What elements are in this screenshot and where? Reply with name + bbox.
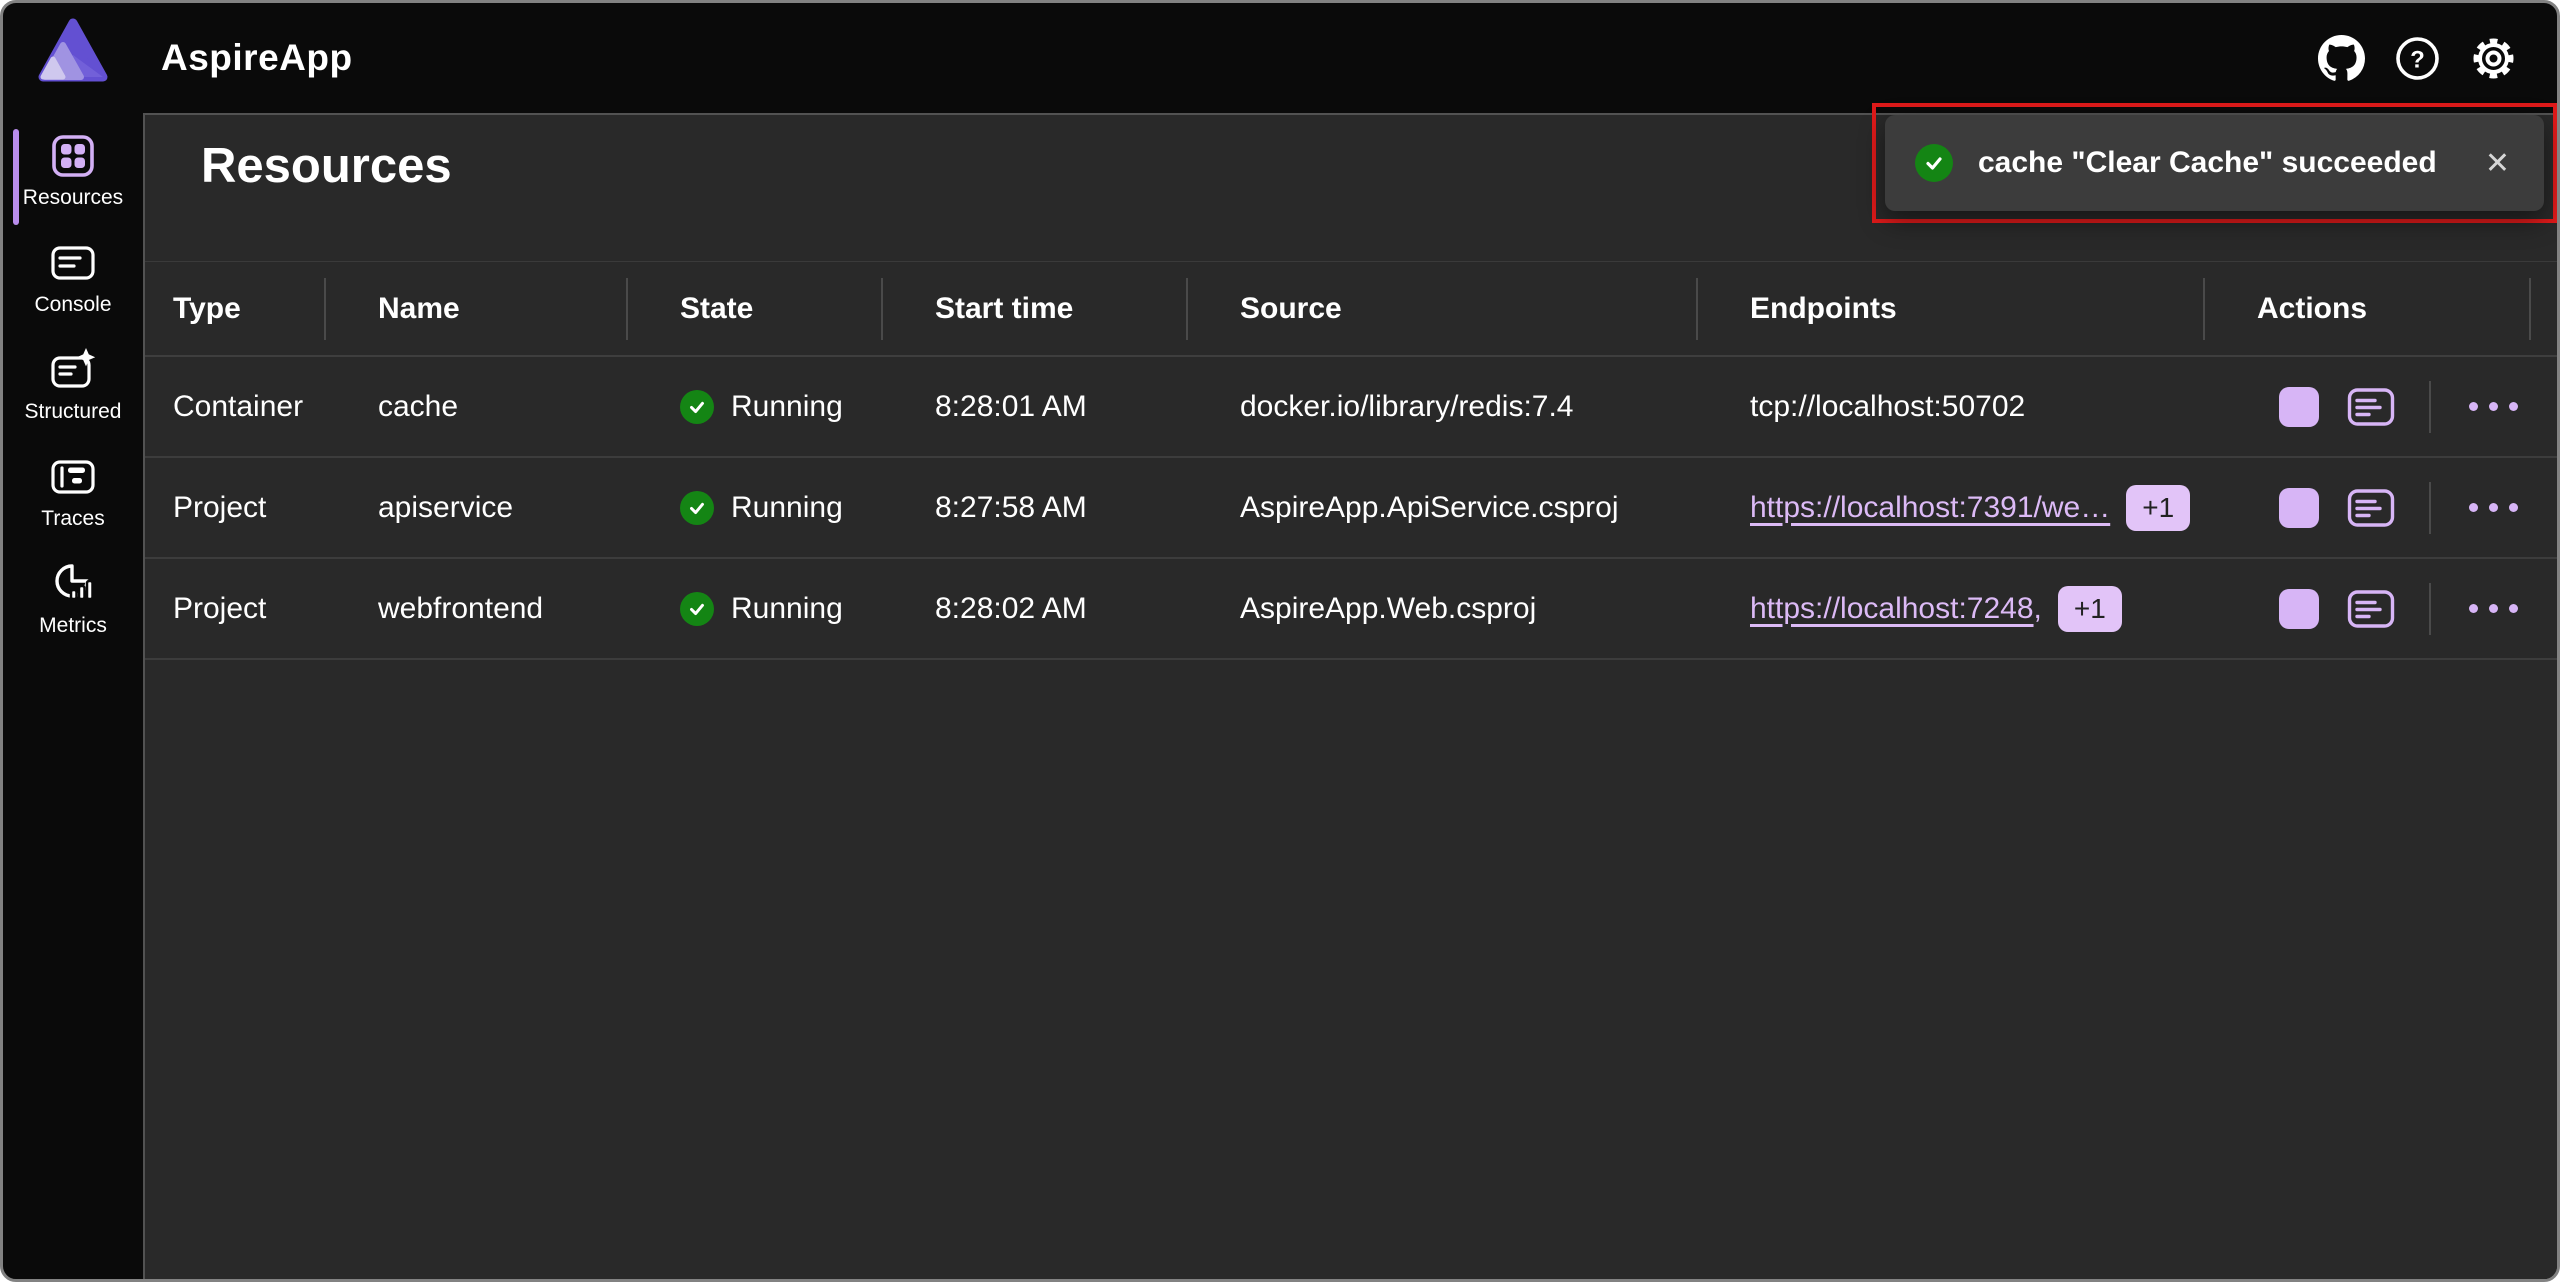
running-check-icon bbox=[680, 491, 714, 525]
app-title: AspireApp bbox=[161, 3, 353, 113]
sidebar-item-traces[interactable]: Traces bbox=[3, 454, 143, 540]
github-icon[interactable] bbox=[2317, 34, 2365, 82]
endpoint-link[interactable]: https://localhost:7391/we… bbox=[1750, 491, 2110, 525]
stop-resource-button[interactable] bbox=[2279, 387, 2319, 427]
success-check-icon bbox=[1915, 144, 1953, 182]
cell-type: Project bbox=[145, 592, 324, 626]
cell-name: cache bbox=[324, 390, 626, 424]
sidebar-item-label: Metrics bbox=[39, 614, 107, 638]
sidebar-nav: Resources Console Structured bbox=[3, 113, 143, 1279]
close-icon[interactable]: ✕ bbox=[2477, 142, 2518, 185]
cell-name: webfrontend bbox=[324, 592, 626, 626]
cell-start-time: 8:28:02 AM bbox=[881, 592, 1186, 626]
cell-state: Running bbox=[626, 592, 881, 626]
column-header-name: Name bbox=[324, 262, 626, 355]
sidebar-item-resources[interactable]: Resources bbox=[3, 133, 143, 219]
sidebar-item-console[interactable]: Console bbox=[3, 240, 143, 326]
state-label: Running bbox=[731, 491, 843, 525]
actions-divider bbox=[2429, 583, 2431, 635]
more-actions-button[interactable] bbox=[2465, 495, 2522, 520]
more-endpoints-badge[interactable]: +1 bbox=[2058, 586, 2122, 632]
cell-endpoints: https://localhost:7248, +1 bbox=[1696, 586, 2203, 632]
actions-divider bbox=[2429, 482, 2431, 534]
cell-actions bbox=[2203, 381, 2557, 433]
main-panel: Resources Type Name State Start time Sou… bbox=[143, 113, 2557, 1279]
cell-source: AspireApp.Web.csproj bbox=[1186, 592, 1696, 626]
column-header-type: Type bbox=[145, 262, 324, 355]
help-icon[interactable]: ? bbox=[2393, 34, 2441, 82]
top-bar: AspireApp ? bbox=[3, 3, 2557, 113]
cell-actions bbox=[2203, 482, 2557, 534]
console-logs-button[interactable] bbox=[2347, 589, 2395, 629]
aspire-dashboard-window: AspireApp ? bbox=[0, 0, 2560, 1282]
cell-start-time: 8:28:01 AM bbox=[881, 390, 1186, 424]
structured-logs-icon bbox=[50, 347, 96, 393]
cell-state: Running bbox=[626, 491, 881, 525]
highlight-annotation-box: cache "Clear Cache" succeeded ✕ bbox=[1872, 103, 2557, 223]
table-header-row: Type Name State Start time Source Endpoi… bbox=[145, 261, 2557, 357]
cell-type: Project bbox=[145, 491, 324, 525]
cell-source: docker.io/library/redis:7.4 bbox=[1186, 390, 1696, 424]
running-check-icon bbox=[680, 390, 714, 424]
resources-grid-icon bbox=[50, 133, 96, 179]
cell-state: Running bbox=[626, 390, 881, 424]
sidebar-item-metrics[interactable]: Metrics bbox=[3, 561, 143, 647]
actions-divider bbox=[2429, 381, 2431, 433]
sidebar-item-label: Traces bbox=[41, 507, 104, 531]
active-tab-indicator bbox=[13, 129, 19, 225]
sidebar-item-label: Structured bbox=[25, 400, 122, 424]
column-header-actions: Actions bbox=[2203, 262, 2557, 355]
console-logs-button[interactable] bbox=[2347, 387, 2395, 427]
endpoint-text: tcp://localhost:50702 bbox=[1750, 390, 2025, 424]
topbar-actions: ? bbox=[2317, 3, 2517, 113]
toast-message: cache "Clear Cache" succeeded bbox=[1978, 146, 2452, 180]
more-actions-button[interactable] bbox=[2465, 394, 2522, 419]
cell-endpoints: tcp://localhost:50702 bbox=[1696, 390, 2203, 424]
state-label: Running bbox=[731, 592, 843, 626]
settings-gear-icon[interactable] bbox=[2469, 34, 2517, 82]
svg-text:?: ? bbox=[2410, 46, 2425, 73]
aspire-logo-icon bbox=[35, 15, 111, 91]
more-actions-button[interactable] bbox=[2465, 596, 2522, 621]
console-icon bbox=[50, 240, 96, 286]
resources-table: Type Name State Start time Source Endpoi… bbox=[145, 261, 2557, 660]
more-endpoints-badge[interactable]: +1 bbox=[2126, 485, 2190, 531]
cell-endpoints: https://localhost:7391/we… +1 bbox=[1696, 485, 2203, 531]
sidebar-item-structured[interactable]: Structured bbox=[3, 347, 143, 433]
table-row-cache: Container cache Running 8:28:01 AM docke… bbox=[145, 357, 2557, 458]
sidebar-item-label: Resources bbox=[23, 186, 123, 210]
column-header-state: State bbox=[626, 262, 881, 355]
stop-resource-button[interactable] bbox=[2279, 589, 2319, 629]
sidebar-item-label: Console bbox=[34, 293, 111, 317]
endpoint-suffix: , bbox=[2034, 592, 2042, 626]
column-header-source: Source bbox=[1186, 262, 1696, 355]
cell-source: AspireApp.ApiService.csproj bbox=[1186, 491, 1696, 525]
cell-start-time: 8:27:58 AM bbox=[881, 491, 1186, 525]
cell-type: Container bbox=[145, 390, 324, 424]
cell-name: apiservice bbox=[324, 491, 626, 525]
endpoint-link[interactable]: https://localhost:7248 bbox=[1750, 592, 2034, 626]
column-header-endpoints: Endpoints bbox=[1696, 262, 2203, 355]
traces-icon bbox=[50, 454, 96, 500]
column-header-start-time: Start time bbox=[881, 262, 1186, 355]
console-logs-button[interactable] bbox=[2347, 488, 2395, 528]
state-label: Running bbox=[731, 390, 843, 424]
table-row-webfrontend: Project webfrontend Running 8:28:02 AM A… bbox=[145, 559, 2557, 660]
stop-resource-button[interactable] bbox=[2279, 488, 2319, 528]
running-check-icon bbox=[680, 592, 714, 626]
toast-notification: cache "Clear Cache" succeeded ✕ bbox=[1885, 115, 2544, 211]
metrics-icon bbox=[50, 561, 96, 607]
cell-actions bbox=[2203, 583, 2557, 635]
table-row-apiservice: Project apiservice Running 8:27:58 AM As… bbox=[145, 458, 2557, 559]
